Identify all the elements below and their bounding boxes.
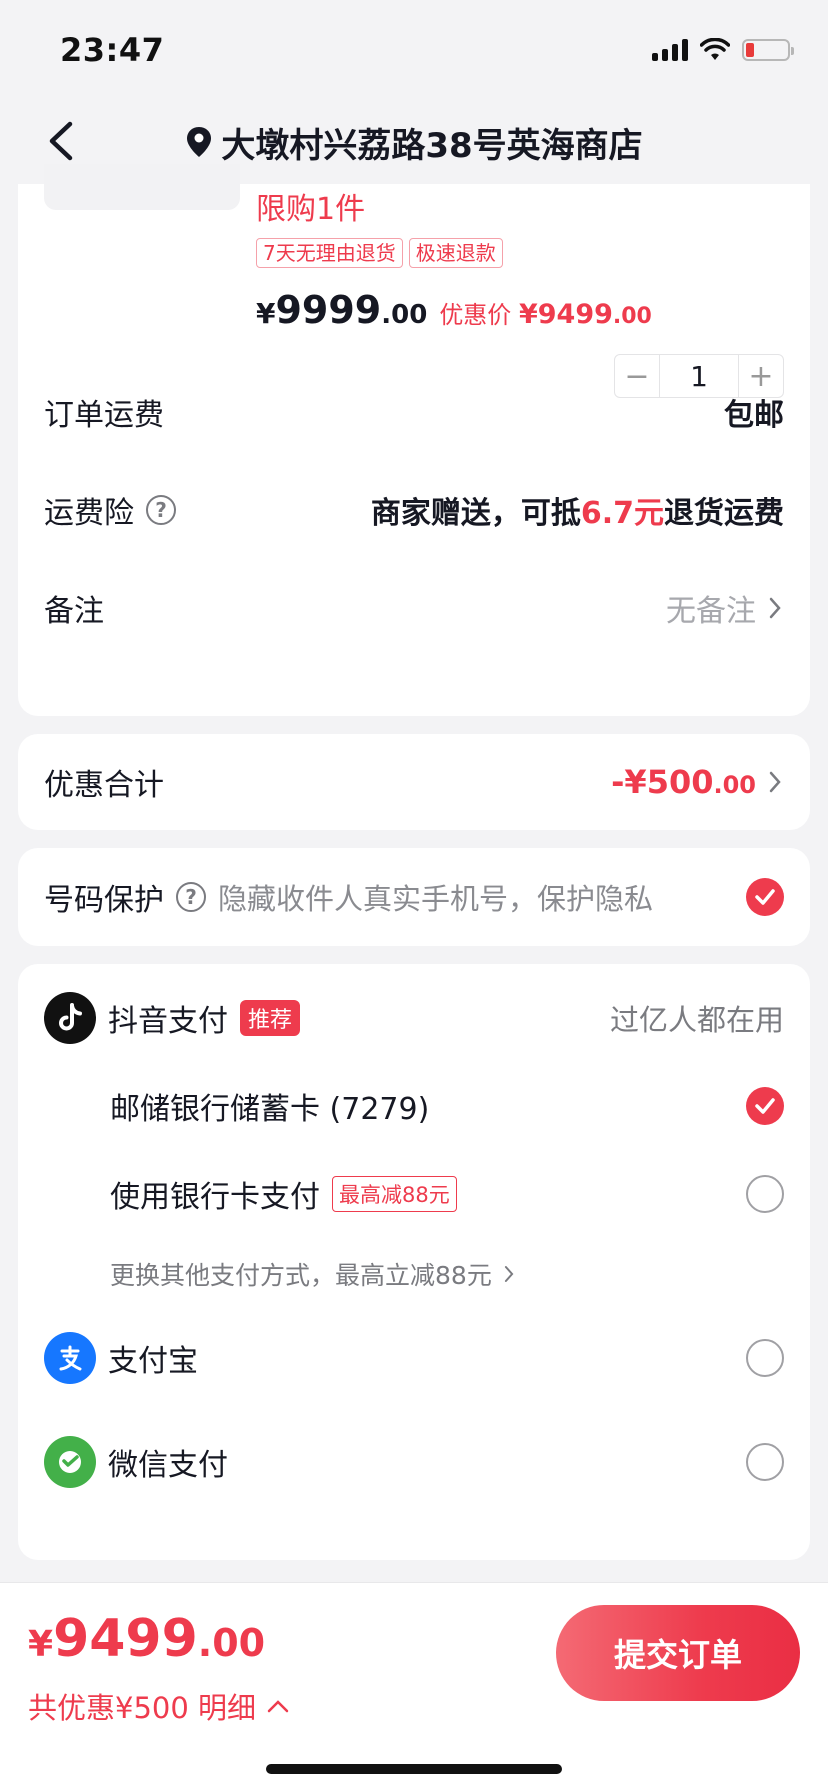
douyin-pay-row: 抖音支付 推荐 过亿人都在用: [44, 992, 784, 1044]
protect-desc: 隐藏收件人真实手机号，保护隐私: [218, 882, 654, 916]
wechat-radio[interactable]: [746, 1443, 784, 1481]
signal-icon: [652, 39, 688, 61]
discount-label: 优惠合计: [44, 768, 164, 803]
check-icon: [755, 1098, 775, 1114]
submit-order-button[interactable]: 提交订单: [556, 1605, 800, 1701]
discount-detail-link[interactable]: 共优惠¥500 明细: [28, 1685, 290, 1727]
sale-price: 优惠价 ¥9499.00: [439, 299, 652, 330]
service-tags: 7天无理由退货 极速退款: [256, 238, 503, 268]
shipping-row: 订单运费 包邮: [44, 382, 784, 442]
douyin-slogan: 过亿人都在用: [609, 1003, 784, 1037]
new-card-left: 使用银行卡支付 最高减88元: [110, 1172, 457, 1216]
insurance-label: 运费险: [44, 496, 134, 531]
note-row[interactable]: 备注 无备注: [44, 578, 784, 638]
status-icons: [652, 38, 794, 62]
douyin-pay-label: 抖音支付: [108, 1004, 228, 1039]
check-icon: [755, 889, 775, 905]
product-card: 限购1件 7天无理由退货 极速退款 ¥9999.00 优惠价 ¥9499.00 …: [18, 164, 810, 716]
wechat-label: 微信支付: [108, 1448, 228, 1483]
insurance-row: 运费险 ? 商家赠送，可抵6.7元退货运费: [44, 480, 784, 540]
original-price: ¥9999.00: [256, 288, 428, 332]
new-card-badge: 最高减88元: [332, 1176, 457, 1212]
new-card-radio[interactable]: [746, 1175, 784, 1213]
address-text: 大墩村兴荔路38号英海商店: [221, 125, 643, 166]
wechat-left: 微信支付: [44, 1436, 228, 1488]
alipay-radio[interactable]: [746, 1339, 784, 1377]
tag-refund: 极速退款: [408, 238, 503, 268]
purchase-limit: 限购1件: [256, 192, 366, 227]
alipay-row[interactable]: 支付宝: [44, 1332, 784, 1384]
saved-card-label: 邮储银行储蓄卡 (7279): [110, 1092, 430, 1127]
discount-value: -¥500.00: [611, 763, 784, 801]
note-value: 无备注: [666, 594, 756, 629]
number-protect-card: 号码保护 ? 隐藏收件人真实手机号，保护隐私: [18, 848, 810, 946]
tag-return: 7天无理由退货: [256, 238, 403, 268]
saved-card-radio[interactable]: [746, 1087, 784, 1125]
status-bar: 23:47: [0, 0, 828, 100]
discount-amount: -¥500.00: [611, 763, 756, 801]
insurance-label-wrap: 运费险 ?: [44, 488, 176, 532]
price-row: ¥9999.00 优惠价 ¥9499.00: [256, 288, 652, 332]
chevron-right-icon: [769, 597, 781, 619]
home-indicator: [266, 1764, 562, 1774]
chevron-right-icon: [504, 1266, 514, 1282]
back-button[interactable]: [38, 116, 88, 166]
wechat-pay-icon: [44, 1436, 96, 1488]
note-label: 备注: [44, 594, 104, 629]
alipay-left: 支付宝: [44, 1332, 198, 1384]
recommend-badge: 推荐: [240, 1000, 301, 1036]
location-pin-icon: [187, 127, 212, 157]
product-image: [44, 164, 240, 210]
total-price: ¥9499.00: [28, 1609, 266, 1669]
new-card-label: 使用银行卡支付: [110, 1180, 320, 1215]
help-icon[interactable]: ?: [176, 882, 206, 912]
more-payment-link[interactable]: 更换其他支付方式，最高立减88元: [110, 1256, 516, 1292]
chevron-right-icon: [769, 771, 781, 793]
protect-row: 号码保护 ? 隐藏收件人真实手机号，保护隐私: [44, 867, 784, 927]
battery-icon: [742, 39, 794, 61]
more-payment-row[interactable]: 更换其他支付方式，最高立减88元: [110, 1256, 784, 1292]
saved-card-row[interactable]: 邮储银行储蓄卡 (7279): [110, 1084, 784, 1128]
new-card-row[interactable]: 使用银行卡支付 最高减88元: [110, 1172, 784, 1216]
protect-checkbox[interactable]: [746, 878, 784, 916]
note-value-wrap: 无备注: [666, 586, 784, 630]
bottom-bar: ¥9499.00 共优惠¥500 明细 提交订单: [0, 1582, 828, 1792]
discount-card[interactable]: 优惠合计 -¥500.00: [18, 734, 810, 830]
chevron-up-icon: [267, 1700, 289, 1713]
shipping-label: 订单运费: [44, 398, 164, 433]
douyin-pay-left: 抖音支付 推荐: [44, 992, 301, 1044]
wifi-icon: [700, 38, 730, 60]
douyin-icon: [44, 992, 96, 1044]
payment-card: 抖音支付 推荐 过亿人都在用 邮储银行储蓄卡 (7279) 使用银行卡支付 最高…: [18, 964, 810, 1560]
protect-label: 号码保护: [44, 883, 164, 918]
shipping-value: 包邮: [724, 398, 784, 433]
wechat-row[interactable]: 微信支付: [44, 1436, 784, 1488]
protect-label-wrap: 号码保护 ? 隐藏收件人真实手机号，保护隐私: [44, 875, 653, 919]
alipay-icon: [44, 1332, 96, 1384]
status-time: 23:47: [60, 31, 165, 69]
delivery-address[interactable]: 大墩村兴荔路38号英海商店: [185, 118, 643, 167]
discount-row: 优惠合计 -¥500.00: [44, 752, 784, 812]
alipay-label: 支付宝: [108, 1344, 198, 1379]
insurance-value: 商家赠送，可抵6.7元退货运费: [370, 496, 784, 531]
help-icon[interactable]: ?: [146, 495, 176, 525]
